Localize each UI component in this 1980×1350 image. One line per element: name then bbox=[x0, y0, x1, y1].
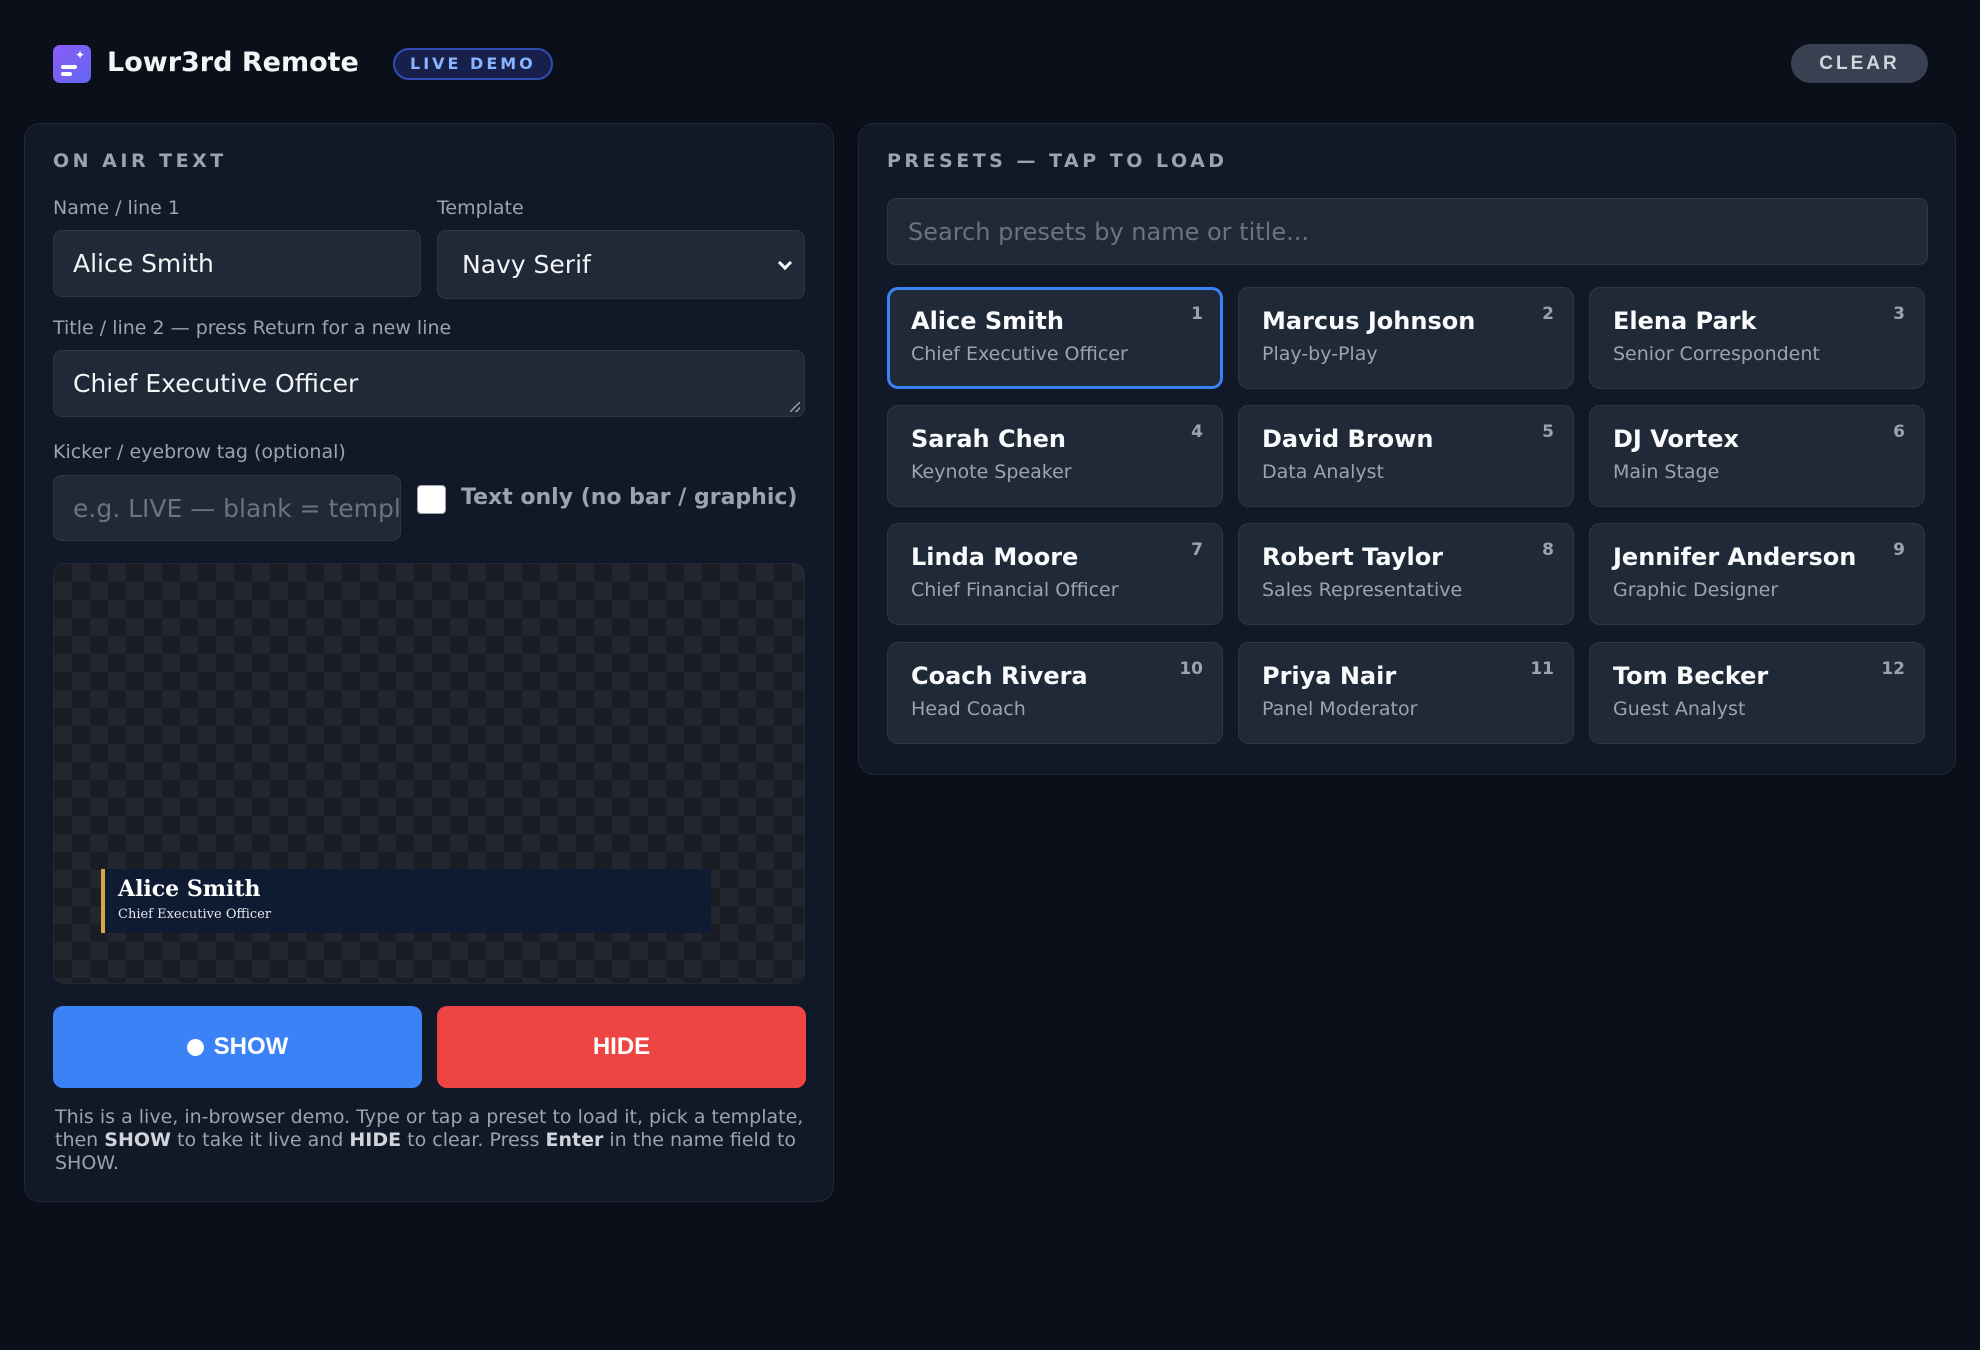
name-label: Name / line 1 bbox=[53, 197, 180, 219]
preset-name: Elena Park bbox=[1613, 307, 1757, 335]
preset-number: 7 bbox=[1191, 540, 1203, 560]
preset-title: Panel Moderator bbox=[1262, 698, 1418, 720]
preset-title: Main Stage bbox=[1613, 461, 1720, 483]
app-logo-icon: ✦ bbox=[53, 45, 91, 83]
show-button[interactable]: SHOW bbox=[53, 1006, 422, 1088]
preset-card[interactable]: Alice Smith Chief Executive Officer 1 bbox=[887, 287, 1223, 389]
preset-card[interactable]: Priya Nair Panel Moderator 11 bbox=[1238, 642, 1574, 744]
resize-handle-icon[interactable] bbox=[790, 402, 800, 412]
lower-third-preview: Alice Smith Chief Executive Officer bbox=[53, 563, 805, 984]
preset-name: Tom Becker bbox=[1613, 662, 1769, 690]
preset-name: Priya Nair bbox=[1262, 662, 1397, 690]
hide-button[interactable]: HIDE bbox=[437, 1006, 806, 1088]
preset-title: Sales Representative bbox=[1262, 579, 1463, 601]
template-label: Template bbox=[437, 197, 524, 219]
preview-title: Chief Executive Officer bbox=[118, 907, 272, 922]
template-select[interactable]: Navy Serif bbox=[437, 230, 805, 299]
preset-card[interactable]: Elena Park Senior Correspondent 3 bbox=[1589, 287, 1925, 389]
text-only-label[interactable]: Text only (no bar / graphic) bbox=[461, 485, 797, 510]
preset-card[interactable]: Coach Rivera Head Coach 10 bbox=[887, 642, 1223, 744]
preset-name: Sarah Chen bbox=[911, 425, 1067, 453]
on-air-section-title: ON AIR TEXT bbox=[53, 150, 227, 172]
title-value: Chief Executive Officer bbox=[73, 369, 359, 398]
title-label: Title / line 2 — press Return for a new … bbox=[53, 317, 452, 339]
preset-title: Chief Financial Officer bbox=[911, 579, 1119, 601]
preset-name: Jennifer Anderson bbox=[1613, 543, 1857, 571]
preset-number: 2 bbox=[1542, 304, 1554, 324]
preset-number: 5 bbox=[1542, 422, 1554, 442]
preset-name: Robert Taylor bbox=[1262, 543, 1444, 571]
preset-search-input[interactable]: Search presets by name or title... bbox=[887, 198, 1928, 265]
preset-name: DJ Vortex bbox=[1613, 425, 1740, 453]
preview-name: Alice Smith bbox=[118, 876, 261, 902]
preset-card[interactable]: Robert Taylor Sales Representative 8 bbox=[1238, 523, 1574, 625]
name-input[interactable]: Alice Smith bbox=[53, 230, 421, 297]
preset-name: Alice Smith bbox=[911, 307, 1064, 335]
clear-button[interactable]: CLEAR bbox=[1791, 44, 1928, 83]
lower-third-bar: Alice Smith Chief Executive Officer bbox=[101, 869, 711, 933]
preset-number: 9 bbox=[1893, 540, 1905, 560]
preset-number: 12 bbox=[1881, 659, 1905, 679]
template-value: Navy Serif bbox=[462, 250, 591, 279]
app-header: ✦ Lowr3rd Remote LIVE DEMO CLEAR bbox=[0, 0, 1980, 120]
preset-title: Keynote Speaker bbox=[911, 461, 1072, 483]
kicker-label: Kicker / eyebrow tag (optional) bbox=[53, 441, 346, 463]
title-textarea[interactable]: Chief Executive Officer bbox=[53, 350, 805, 417]
preset-number: 3 bbox=[1893, 304, 1905, 324]
preset-number: 11 bbox=[1530, 659, 1554, 679]
show-button-label: SHOW bbox=[213, 1033, 289, 1060]
preset-card[interactable]: Jennifer Anderson Graphic Designer 9 bbox=[1589, 523, 1925, 625]
preset-number: 4 bbox=[1191, 422, 1203, 442]
preset-number: 8 bbox=[1542, 540, 1554, 560]
preset-card[interactable]: David Brown Data Analyst 5 bbox=[1238, 405, 1574, 507]
text-only-checkbox[interactable] bbox=[417, 485, 446, 514]
chevron-down-icon bbox=[777, 255, 793, 270]
app-title: Lowr3rd Remote bbox=[107, 47, 359, 78]
preset-title: Guest Analyst bbox=[1613, 698, 1746, 720]
live-dot-icon bbox=[186, 1038, 204, 1056]
preset-title: Play-by-Play bbox=[1262, 343, 1378, 365]
preset-name: Coach Rivera bbox=[911, 662, 1088, 690]
help-text: This is a live, in-browser demo. Type or… bbox=[55, 1106, 804, 1174]
preset-card[interactable]: Linda Moore Chief Financial Officer 7 bbox=[887, 523, 1223, 625]
preset-number: 1 bbox=[1191, 304, 1203, 324]
preset-card[interactable]: Marcus Johnson Play-by-Play 2 bbox=[1238, 287, 1574, 389]
hide-button-label: HIDE bbox=[592, 1033, 651, 1060]
preset-number: 6 bbox=[1893, 422, 1905, 442]
preset-card[interactable]: Sarah Chen Keynote Speaker 4 bbox=[887, 405, 1223, 507]
preset-name: Linda Moore bbox=[911, 543, 1079, 571]
preset-number: 10 bbox=[1179, 659, 1203, 679]
preset-name: David Brown bbox=[1262, 425, 1434, 453]
preset-name: Marcus Johnson bbox=[1262, 307, 1476, 335]
preset-title: Graphic Designer bbox=[1613, 579, 1779, 601]
preset-title: Data Analyst bbox=[1262, 461, 1384, 483]
preset-title: Head Coach bbox=[911, 698, 1026, 720]
preset-card[interactable]: Tom Becker Guest Analyst 12 bbox=[1589, 642, 1925, 744]
live-demo-badge: LIVE DEMO bbox=[393, 48, 553, 80]
preset-card[interactable]: DJ Vortex Main Stage 6 bbox=[1589, 405, 1925, 507]
preset-title: Senior Correspondent bbox=[1613, 343, 1820, 365]
preset-title: Chief Executive Officer bbox=[911, 343, 1128, 365]
kicker-input[interactable]: e.g. LIVE — blank = templ bbox=[53, 475, 401, 541]
presets-section-title: PRESETS — TAP TO LOAD bbox=[887, 150, 1228, 172]
